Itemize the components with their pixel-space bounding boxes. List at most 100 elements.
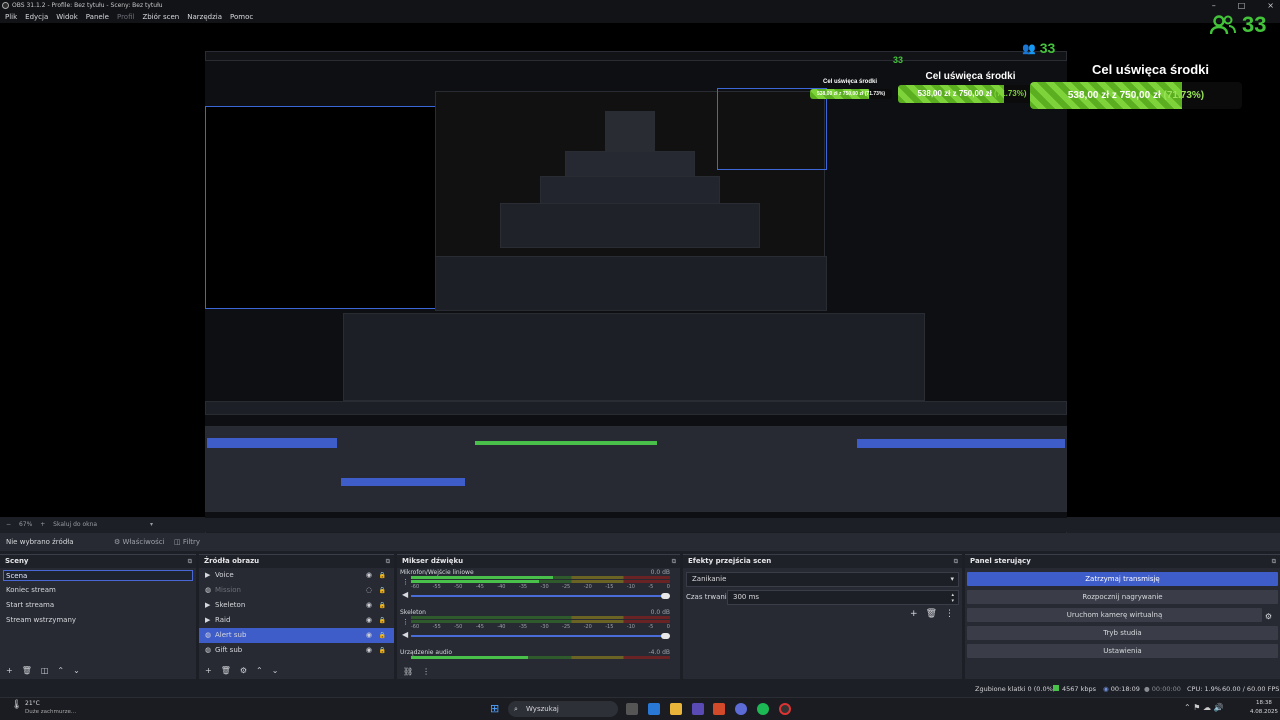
- gear-icon[interactable]: ⚙: [1265, 612, 1272, 621]
- control-button[interactable]: Zatrzymaj transmisję: [967, 572, 1278, 586]
- brave-icon[interactable]: [713, 703, 725, 715]
- channel-name: Skeleton: [400, 609, 426, 616]
- spinner-icon[interactable]: ▴ ▾: [951, 592, 954, 604]
- nested-zoom-row: [205, 401, 1067, 415]
- scene-item[interactable]: Stream wstrzymany: [0, 613, 196, 628]
- control-button[interactable]: Rozpocznij nagrywanie: [967, 590, 1278, 604]
- tray-icons[interactable]: ⌃ ⚑ ☁ 🔊: [1184, 703, 1223, 712]
- windows-start-icon[interactable]: ⊞: [490, 702, 499, 715]
- link-icon[interactable]: ⛓: [403, 667, 413, 676]
- undock-icon[interactable]: ⧉: [954, 555, 958, 568]
- add-icon[interactable]: +: [910, 609, 918, 619]
- slider-knob[interactable]: [661, 593, 670, 599]
- menu-item-1[interactable]: Edycja: [25, 11, 48, 23]
- menu-item-3[interactable]: Panele: [86, 11, 109, 23]
- maximize-icon[interactable]: □: [1238, 0, 1246, 11]
- duration-input[interactable]: 300 ms ▴ ▾: [727, 590, 959, 605]
- undock-icon[interactable]: ⧉: [386, 555, 390, 568]
- undock-icon[interactable]: ⧉: [1272, 555, 1276, 568]
- menu-item-7[interactable]: Pomoc: [230, 11, 253, 23]
- explorer-icon[interactable]: [670, 703, 682, 715]
- undock-icon[interactable]: ⧉: [188, 555, 192, 568]
- tick-label: -10: [626, 624, 635, 630]
- gear-icon[interactable]: ⚙: [240, 666, 247, 675]
- transition-select[interactable]: Zanikanie ▾: [686, 572, 959, 587]
- eye-off-icon[interactable]: ◌: [366, 583, 372, 598]
- speaker-icon[interactable]: ◀: [402, 590, 408, 599]
- menu-item-0[interactable]: Plik: [5, 11, 17, 23]
- eye-icon[interactable]: ◉: [366, 613, 372, 628]
- menu-item-5[interactable]: Zbiór scen: [142, 11, 179, 23]
- scene-item[interactable]: Scena: [3, 570, 193, 581]
- eye-icon[interactable]: ◉: [366, 643, 372, 658]
- close-icon[interactable]: ×: [1267, 0, 1274, 11]
- scene-item[interactable]: Start streama: [0, 598, 196, 613]
- volume-slider[interactable]: [411, 593, 670, 599]
- taskbar-search[interactable]: ⌕ Wyszukaj: [508, 701, 618, 717]
- eye-icon[interactable]: ◉: [366, 628, 372, 643]
- app-icon[interactable]: [692, 703, 704, 715]
- trash-icon[interactable]: 🗑: [22, 666, 32, 675]
- source-item[interactable]: ◍ Mission ◌ 🔒: [199, 583, 394, 598]
- lock-icon[interactable]: 🔒: [379, 583, 386, 598]
- properties-button[interactable]: ⚙ Właściwości: [114, 533, 165, 551]
- edge-icon[interactable]: [648, 703, 660, 715]
- globe-icon: ◍: [205, 586, 212, 594]
- speaker-icon[interactable]: ◀: [402, 630, 408, 639]
- record-time: ● 00:00:00: [1144, 685, 1181, 693]
- move-down-icon[interactable]: ⌄: [272, 666, 279, 675]
- eye-icon[interactable]: ◉: [366, 598, 372, 613]
- filters-button[interactable]: ◫ Filtry: [174, 533, 200, 551]
- lock-icon[interactable]: 🔒: [379, 643, 386, 658]
- trash-icon[interactable]: 🗑: [926, 609, 937, 619]
- window-title: OBS 31.1.2 - Profile: Bez tytułu - Sceny…: [12, 2, 163, 9]
- move-down-icon[interactable]: ⌄: [73, 666, 80, 675]
- filter-icon[interactable]: ◫: [41, 666, 49, 675]
- menu-item-6[interactable]: Narzędzia: [187, 11, 222, 23]
- menu-dots-icon[interactable]: ⋮: [945, 609, 954, 619]
- volume-meter: [411, 620, 670, 623]
- lock-icon[interactable]: 🔒: [379, 628, 386, 643]
- lock-icon[interactable]: 🔒: [379, 568, 386, 583]
- control-button[interactable]: Tryb studia: [967, 626, 1278, 640]
- source-item[interactable]: ▶ Raid ◉ 🔒: [199, 613, 394, 628]
- clock-time: 18:38: [1256, 700, 1272, 706]
- obs-taskbar-icon[interactable]: [779, 703, 791, 715]
- menu-dots-icon[interactable]: ⋮: [422, 667, 430, 676]
- source-item[interactable]: ▶ Voice ◉ 🔒: [199, 568, 394, 583]
- volume-slider[interactable]: [411, 633, 670, 639]
- scenes-footer: + 🗑 ◫ ⌃ ⌄: [6, 666, 80, 675]
- menu-item-2[interactable]: Widok: [56, 11, 78, 23]
- task-view-icon[interactable]: [626, 703, 638, 715]
- menu-item-4[interactable]: Profil: [117, 11, 134, 23]
- eye-icon[interactable]: ◉: [366, 568, 372, 583]
- source-item[interactable]: ◍ Gift sub ◉ 🔒: [199, 643, 394, 658]
- slider-knob[interactable]: [661, 633, 670, 639]
- add-icon[interactable]: +: [205, 666, 212, 675]
- scale-mode-dropdown[interactable]: Skaluj do okna: [53, 521, 97, 528]
- mixer-channel: Mikrofon/Wejście liniowe 0.0 dB -60 -55 -50-…: [397, 568, 680, 608]
- zoom-in-icon[interactable]: +: [40, 521, 45, 528]
- menu-dots-icon[interactable]: ⋮: [402, 578, 409, 586]
- source-item[interactable]: ▶ Skeleton ◉ 🔒: [199, 598, 394, 613]
- scene-list: Scena Koniec stream Start streama Stream ws…: [0, 570, 196, 628]
- trash-icon[interactable]: 🗑: [221, 666, 231, 675]
- spotify-icon[interactable]: [757, 703, 769, 715]
- discord-icon[interactable]: [735, 703, 747, 715]
- undock-icon[interactable]: ⧉: [672, 555, 676, 568]
- move-up-icon[interactable]: ⌃: [57, 666, 64, 675]
- control-button[interactable]: Ustawienia: [967, 644, 1278, 658]
- menu-dots-icon[interactable]: ⋮: [402, 618, 409, 626]
- move-up-icon[interactable]: ⌃: [256, 666, 263, 675]
- scene-item[interactable]: Koniec stream: [0, 583, 196, 598]
- control-button[interactable]: Uruchom kamerę wirtualną: [967, 608, 1262, 622]
- zoom-out-icon[interactable]: −: [6, 521, 11, 528]
- goal-text-small: 538,00 zł z 750,00 zł (71.73%): [816, 91, 886, 97]
- lock-icon[interactable]: 🔒: [379, 598, 386, 613]
- source-item[interactable]: ◍ Alert sub ◉ 🔒: [199, 628, 394, 643]
- lock-icon[interactable]: 🔒: [379, 613, 386, 628]
- add-icon[interactable]: +: [6, 666, 13, 675]
- chevron-down-icon[interactable]: ▾: [150, 518, 153, 532]
- minimize-icon[interactable]: –: [1212, 0, 1216, 11]
- viewer-count: 33: [1210, 12, 1266, 38]
